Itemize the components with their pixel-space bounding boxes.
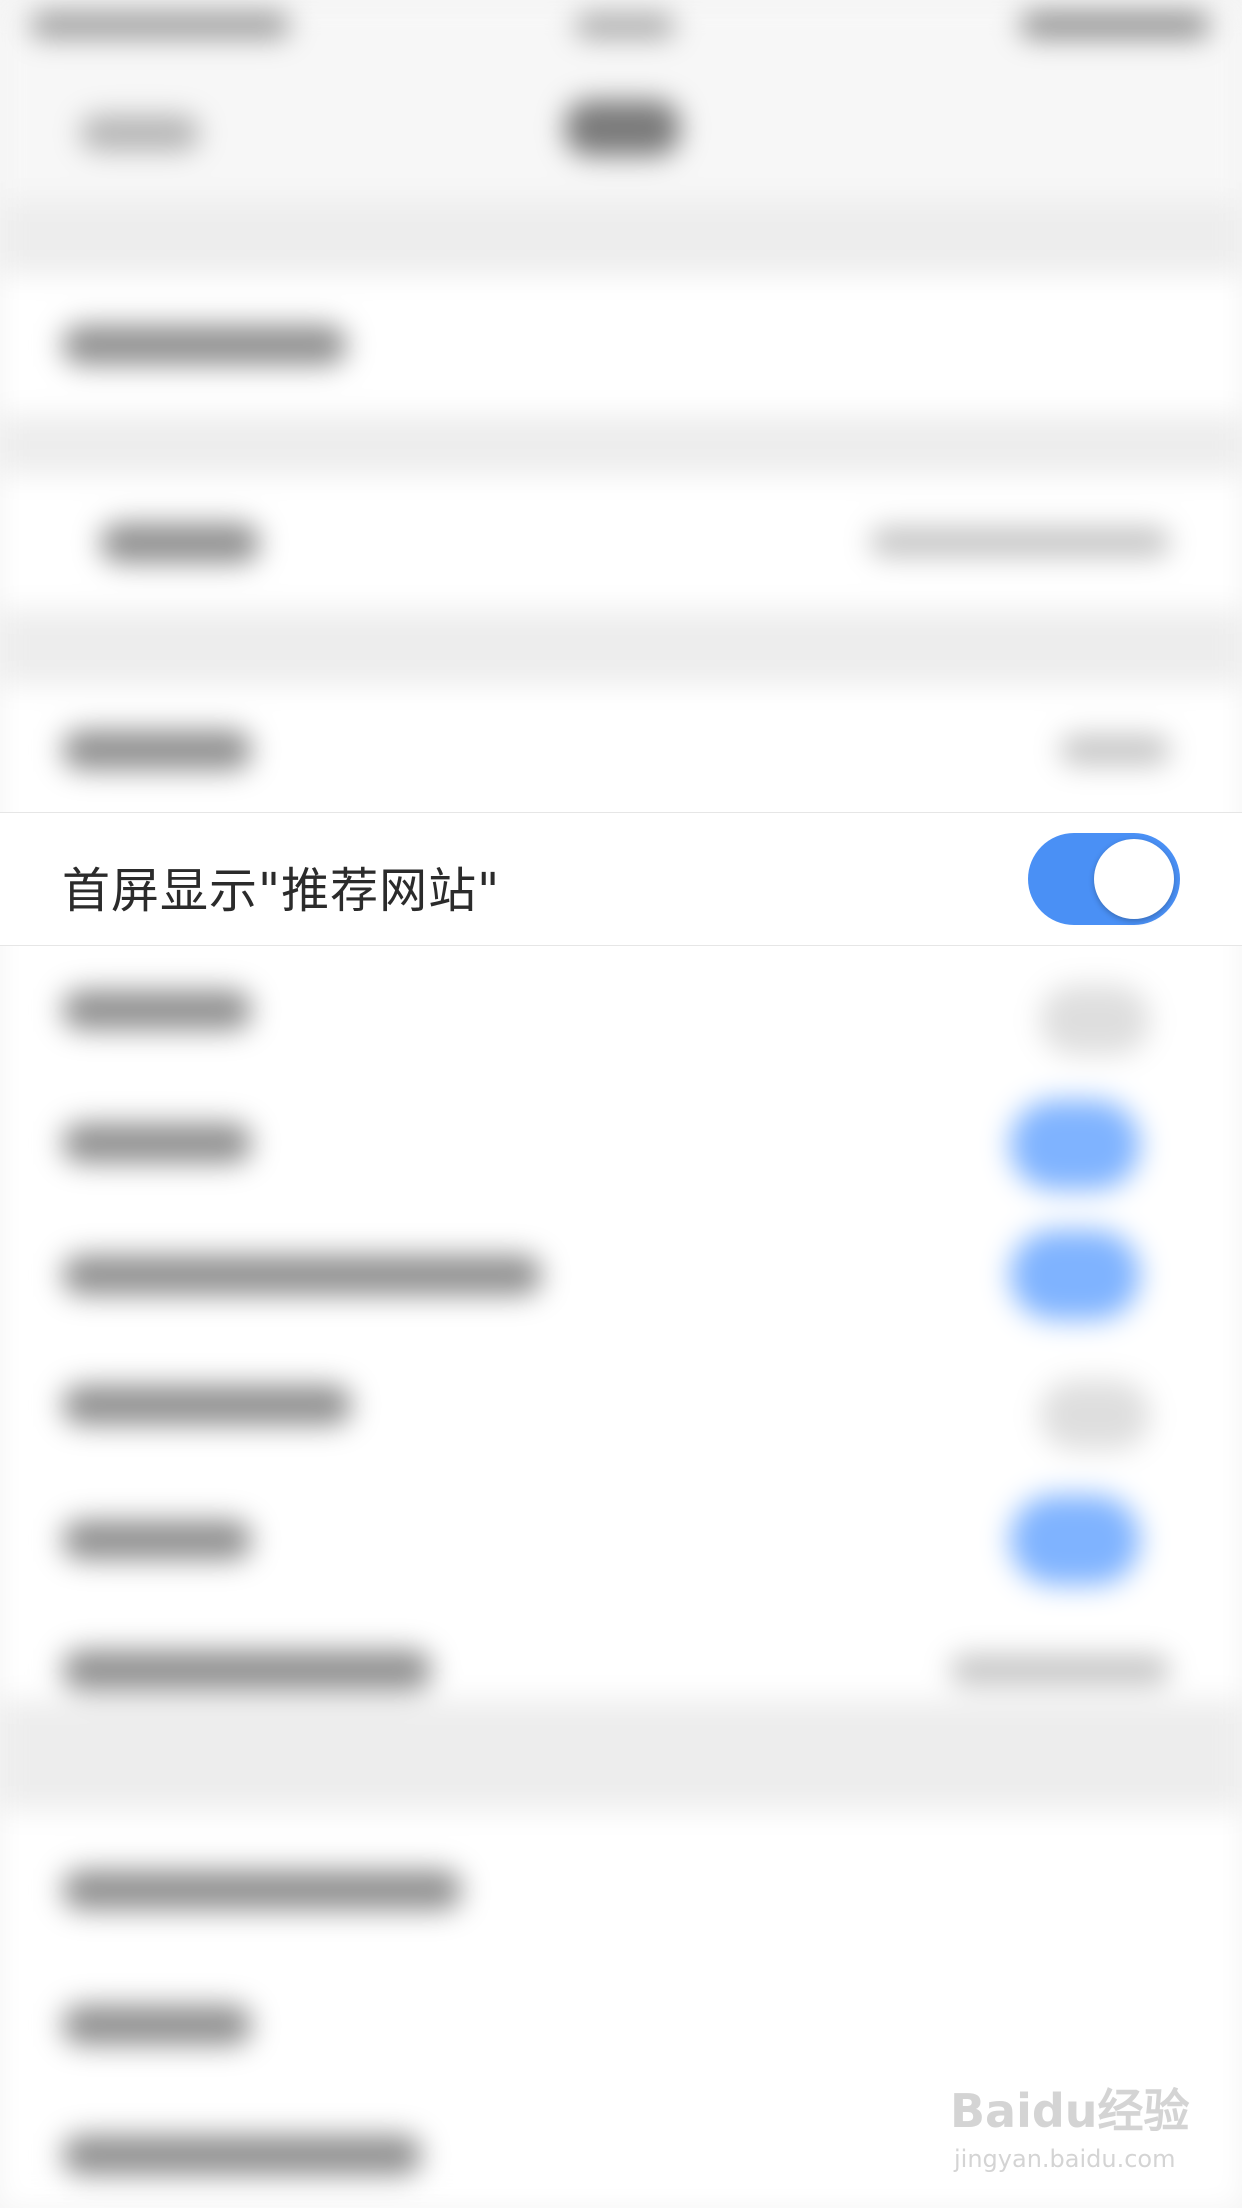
status-bar xyxy=(0,0,1242,60)
baidu-jingyan-watermark: Baidu经验 jingyan.baidu.com xyxy=(950,2075,1190,2185)
section-gap xyxy=(0,1700,1242,1810)
toggle-blur xyxy=(1010,1230,1140,1320)
setting-row-label: 首屏显示"推荐网站" xyxy=(62,863,501,919)
toggle-knob xyxy=(1094,839,1174,919)
section-gap xyxy=(0,200,1242,275)
nav-title-blur xyxy=(565,100,680,156)
row-text-blur xyxy=(62,2135,422,2175)
settings-section-2 xyxy=(0,475,1242,610)
section-gap xyxy=(0,415,1242,475)
row-text-blur xyxy=(62,325,347,365)
watermark-url-text: jingyan.baidu.com xyxy=(954,2145,1176,2173)
toggle-blur xyxy=(1040,985,1150,1055)
row-text-blur xyxy=(100,523,260,563)
status-time-blur xyxy=(575,14,675,38)
row-text-blur xyxy=(62,1650,432,1690)
row-text-blur xyxy=(62,1123,252,1163)
navigation-bar xyxy=(0,60,1242,200)
row-text-blur xyxy=(62,1870,462,1910)
status-carrier-blur xyxy=(30,12,290,38)
status-battery-blur xyxy=(1020,12,1210,38)
row-text-blur xyxy=(62,1255,542,1295)
watermark-logo-text: Baidu经验 xyxy=(950,2084,1190,2138)
row-text-blur xyxy=(62,1385,352,1425)
row-text-blur xyxy=(62,2005,252,2045)
setting-row-recommended-sites[interactable]: 首屏显示"推荐网站" xyxy=(0,812,1242,946)
row-value-blur xyxy=(870,527,1170,557)
toggle-blur xyxy=(1040,1380,1150,1450)
row-text-blur xyxy=(62,1520,252,1560)
toggle-blur xyxy=(1010,1495,1140,1585)
settings-section-1 xyxy=(0,275,1242,415)
toggle-blur xyxy=(1010,1100,1140,1190)
row-value-blur xyxy=(1060,735,1170,765)
recommended-sites-toggle[interactable] xyxy=(1028,833,1180,925)
back-button-blur xyxy=(80,115,200,151)
row-value-blur xyxy=(950,1655,1170,1685)
row-text-blur xyxy=(62,990,252,1030)
blurred-background xyxy=(0,0,1242,2208)
section-gap xyxy=(0,610,1242,685)
row-text-blur xyxy=(62,730,252,770)
